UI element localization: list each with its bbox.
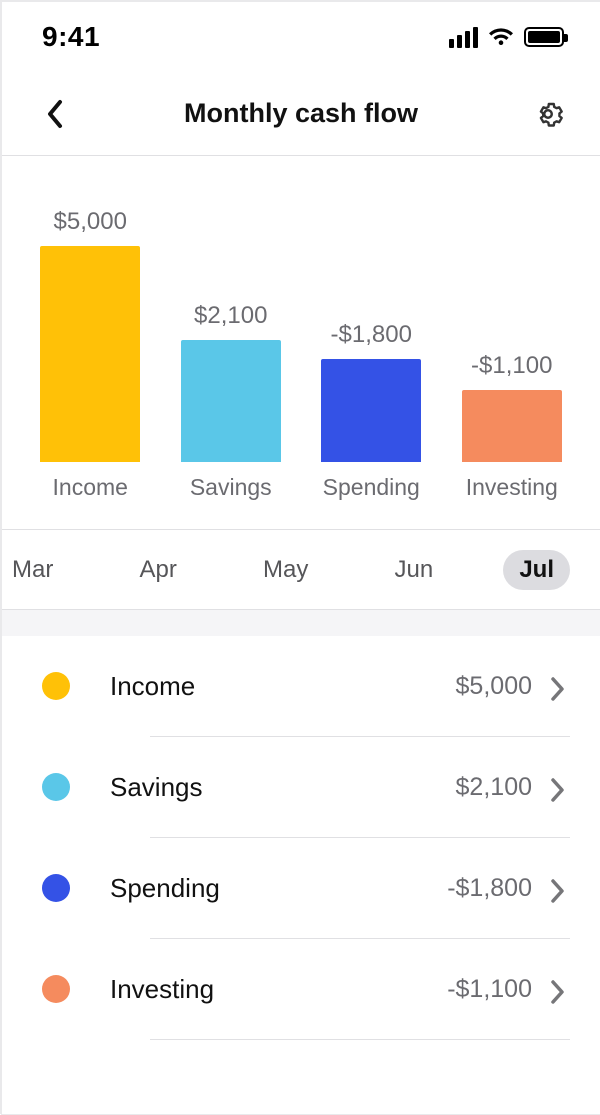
- list-item-label: Spending: [110, 873, 447, 904]
- month-tab[interactable]: Jul: [503, 550, 570, 590]
- chart-bar-category: Savings: [173, 474, 290, 501]
- list-item[interactable]: Spending-$1,800: [42, 838, 570, 938]
- month-tab[interactable]: May: [247, 550, 324, 590]
- chevron-right-icon: [550, 979, 570, 999]
- month-tab[interactable]: Apr: [123, 550, 192, 590]
- chart-bar: -$1,800: [313, 321, 430, 462]
- cellular-icon: [449, 27, 478, 48]
- category-color-dot: [42, 975, 70, 1003]
- chart-bar-rect: [40, 246, 140, 462]
- battery-icon: [524, 27, 564, 47]
- chart-bar-category: Investing: [454, 474, 571, 501]
- month-tab[interactable]: Jun: [378, 550, 449, 590]
- back-button[interactable]: [34, 94, 74, 134]
- cashflow-chart: $5,000 $2,100 -$1,800 -$1,100 Income Savings…: [2, 156, 600, 530]
- list-item-value: -$1,800: [447, 874, 532, 903]
- settings-button[interactable]: [528, 94, 568, 134]
- month-tab[interactable]: Mar: [2, 550, 69, 590]
- chart-bar-value: -$1,800: [331, 321, 412, 349]
- list-item-value: $2,100: [456, 773, 532, 802]
- chart-bar-category: Income: [32, 474, 149, 501]
- divider: [2, 610, 600, 636]
- chart-bar-rect: [181, 340, 281, 462]
- category-color-dot: [42, 874, 70, 902]
- chevron-right-icon: [550, 777, 570, 797]
- list-item[interactable]: Income$5,000: [42, 636, 570, 736]
- list-item-value: -$1,100: [447, 975, 532, 1004]
- chart-bar: $2,100: [173, 302, 290, 462]
- chart-bar-value: $5,000: [54, 208, 127, 236]
- chart-bar-value: -$1,100: [471, 352, 552, 380]
- chevron-left-icon: [45, 99, 63, 129]
- list-item-label: Savings: [110, 772, 456, 803]
- list-item-label: Income: [110, 671, 456, 702]
- wifi-icon: [488, 27, 514, 47]
- divider: [150, 1039, 570, 1040]
- chevron-right-icon: [550, 878, 570, 898]
- chevron-right-icon: [550, 676, 570, 696]
- gear-icon: [532, 98, 564, 130]
- chart-bar-rect: [462, 390, 562, 462]
- status-bar: 9:41: [2, 2, 600, 72]
- chart-bar-rect: [321, 359, 421, 462]
- page-header: Monthly cash flow: [2, 72, 600, 156]
- category-list: Income$5,000Savings$2,100Spending-$1,800…: [2, 636, 600, 1040]
- status-time: 9:41: [42, 21, 100, 53]
- month-selector[interactable]: Mar Apr May Jun Jul: [2, 530, 600, 610]
- list-item[interactable]: Savings$2,100: [42, 737, 570, 837]
- list-item-value: $5,000: [456, 672, 532, 701]
- category-color-dot: [42, 672, 70, 700]
- page-title: Monthly cash flow: [184, 98, 418, 129]
- chart-bar: -$1,100: [454, 352, 571, 462]
- chart-bar-value: $2,100: [194, 302, 267, 330]
- status-indicators: [449, 27, 564, 48]
- category-color-dot: [42, 773, 70, 801]
- chart-bar: $5,000: [32, 208, 149, 462]
- list-item[interactable]: Investing-$1,100: [42, 939, 570, 1039]
- list-item-label: Investing: [110, 974, 447, 1005]
- chart-bar-category: Spending: [313, 474, 430, 501]
